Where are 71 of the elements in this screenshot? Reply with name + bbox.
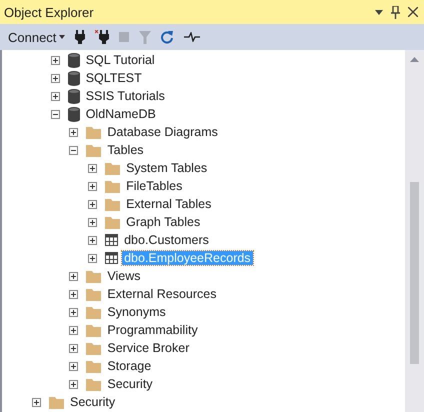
expander-icon[interactable] (69, 308, 78, 316)
tree-item[interactable]: Views (105, 269, 143, 283)
expander-icon[interactable] (50, 110, 60, 118)
expander-icon[interactable] (88, 200, 98, 208)
expander-icon[interactable] (50, 92, 60, 100)
folder-icon (86, 360, 102, 372)
expander-icon[interactable] (88, 254, 98, 262)
expander-icon[interactable] (69, 146, 78, 154)
tree-item[interactable]: Synonyms (105, 305, 168, 319)
tree-item[interactable]: FileTables (124, 179, 184, 193)
tree-item[interactable]: Security (68, 395, 118, 409)
pin-icon[interactable] (391, 6, 400, 18)
folder-icon (49, 396, 64, 408)
folder-icon (105, 162, 120, 174)
database-icon (68, 88, 80, 104)
expander-icon[interactable] (69, 362, 78, 370)
unplug-icon[interactable] (95, 30, 110, 44)
caret-icon (59, 35, 66, 39)
activity-monitor-icon[interactable] (184, 32, 200, 42)
expander-icon[interactable] (50, 56, 60, 64)
tree-item[interactable]: Programmability (105, 323, 200, 337)
expander-icon[interactable] (50, 74, 60, 82)
table-icon (105, 252, 118, 264)
expander-icon[interactable] (88, 236, 98, 244)
scrollbar-thumb[interactable] (410, 182, 419, 364)
folder-icon (86, 378, 102, 390)
scroll-up-icon[interactable] (410, 57, 419, 62)
refresh-icon[interactable] (161, 30, 174, 44)
folder-icon (86, 270, 102, 282)
tree-item[interactable]: OldNameDB (84, 107, 158, 121)
folder-icon (105, 216, 120, 228)
tree-item[interactable]: Storage (105, 359, 154, 373)
folder-icon (86, 324, 102, 336)
expander-icon[interactable] (32, 398, 41, 406)
tree-item[interactable]: SQLTEST (84, 71, 144, 85)
folder-icon (105, 180, 120, 192)
tree-item[interactable]: SQL Tutorial (84, 53, 157, 67)
expander-icon[interactable] (69, 326, 78, 334)
table-icon (105, 234, 118, 246)
tree-item[interactable]: Security (105, 377, 155, 391)
tree-item[interactable]: SSIS Tutorials (84, 89, 167, 103)
expander-icon[interactable] (69, 272, 78, 280)
expander-icon[interactable] (88, 182, 98, 190)
expander-icon[interactable] (69, 290, 78, 298)
expander-icon[interactable] (69, 128, 78, 136)
dropdown-icon[interactable] (375, 10, 383, 14)
database-icon (68, 70, 80, 86)
tree-item[interactable]: External Tables (124, 197, 214, 211)
tree-item[interactable]: dbo.Customers (122, 233, 211, 247)
folder-icon (105, 198, 120, 210)
database-icon (68, 52, 80, 68)
database-icon (68, 106, 80, 122)
folder-icon (86, 126, 102, 138)
plug-icon[interactable] (75, 30, 86, 44)
folder-icon (86, 144, 102, 156)
connect-button[interactable]: Connect (8, 30, 66, 44)
close-icon[interactable] (408, 7, 418, 17)
window-title: Object Explorer (4, 4, 95, 20)
tree-item[interactable]: Graph Tables (124, 215, 202, 229)
expander-icon[interactable] (88, 164, 98, 172)
tree-item[interactable]: System Tables (124, 161, 210, 175)
expander-icon[interactable] (69, 344, 78, 352)
tree-item[interactable]: Tables (105, 143, 146, 157)
folder-icon (86, 306, 102, 318)
tree-item[interactable]: External Resources (105, 287, 218, 301)
tree-item[interactable]: Database Diagrams (105, 125, 220, 139)
expander-icon[interactable] (88, 218, 98, 226)
tree-item[interactable]: Service Broker (105, 341, 192, 355)
folder-icon (86, 342, 102, 354)
folder-icon (86, 288, 102, 300)
expander-icon[interactable] (69, 380, 78, 388)
